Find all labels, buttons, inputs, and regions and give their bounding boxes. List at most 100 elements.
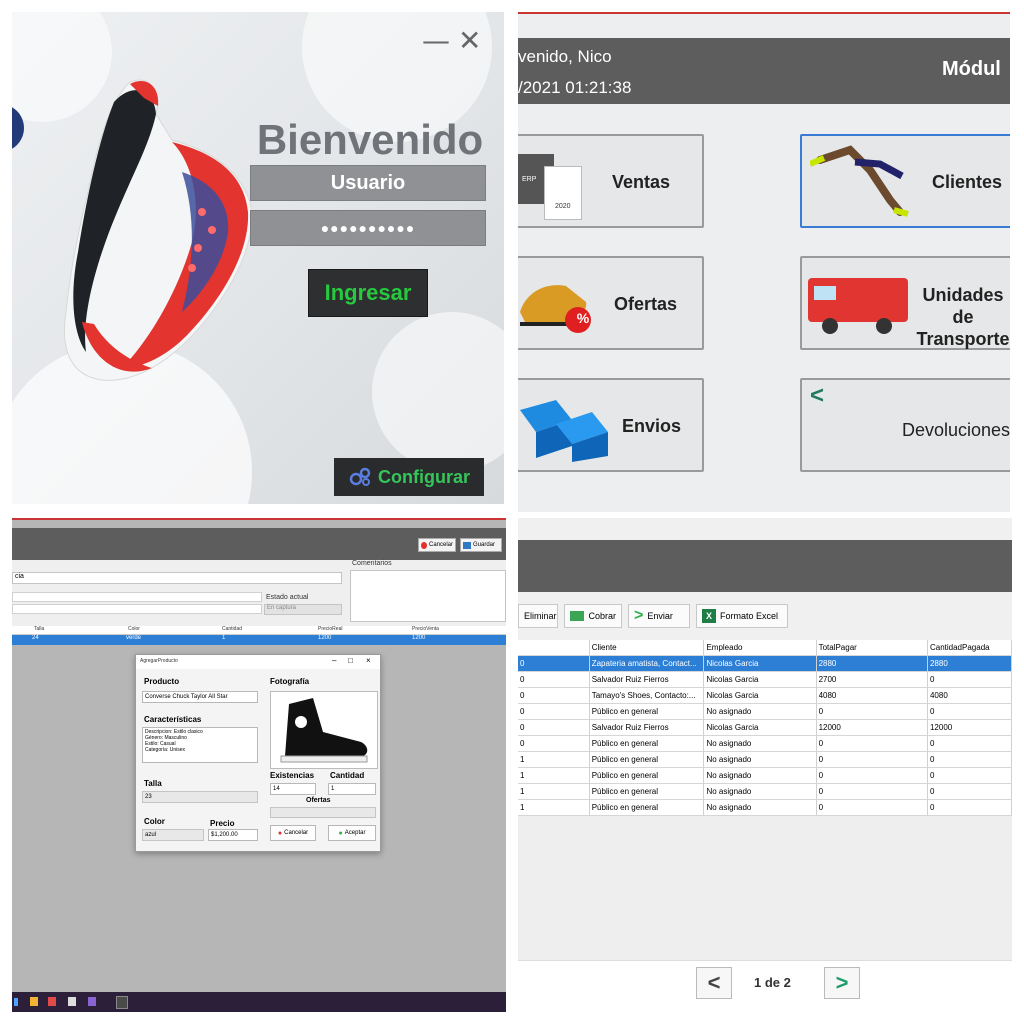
ventas-tile[interactable]: ERP 2020 Ventas bbox=[518, 134, 704, 228]
table-row[interactable]: 1 Público en general No asignado 0 0 bbox=[518, 767, 1012, 784]
table-cell: No asignado bbox=[703, 751, 817, 768]
datetime-text: /2021 01:21:38 bbox=[518, 78, 632, 97]
table-cell: Público en general bbox=[589, 735, 705, 752]
producto-label: Producto bbox=[144, 677, 180, 686]
color-label: Color bbox=[144, 817, 165, 826]
table-cell: 12000 bbox=[816, 719, 928, 736]
taskbar-app-icon[interactable] bbox=[88, 997, 96, 1006]
caracteristicas-textarea[interactable]: Descripcion: Estilo clasico Género: Masc… bbox=[142, 727, 258, 763]
table-cell: Público en general bbox=[589, 783, 705, 800]
taskbar-app-icon[interactable] bbox=[116, 996, 128, 1009]
envios-tile[interactable]: Envios bbox=[518, 378, 704, 472]
table-row[interactable]: 0 Salvador Ruiz Fierros Nicolas Garcia 2700… bbox=[518, 671, 1012, 688]
talla-select[interactable]: 23 bbox=[142, 791, 258, 803]
table-cell: 0 bbox=[816, 735, 928, 752]
dialog-title: AgregarProducto bbox=[140, 658, 178, 664]
dialog-maximize-icon[interactable]: □ bbox=[348, 656, 353, 665]
color-select[interactable]: azul bbox=[142, 829, 204, 841]
table-row[interactable]: 24 verde 1 1200 1200 bbox=[12, 635, 506, 645]
taskbar bbox=[12, 992, 506, 1012]
table-cell: 0 bbox=[518, 735, 590, 752]
table-row[interactable]: 0 Público en general No asignado 0 0 bbox=[518, 703, 1012, 720]
table-cell: Público en general bbox=[589, 703, 705, 720]
prev-page-button[interactable]: < bbox=[696, 967, 732, 999]
dialog-minimize-icon[interactable]: – bbox=[332, 656, 336, 665]
taskbar-app-icon[interactable] bbox=[14, 998, 18, 1006]
table-row[interactable]: 0 Público en general No asignado 0 0 bbox=[518, 735, 1012, 752]
table-cell: 0 bbox=[816, 783, 928, 800]
modules-window: venido, Nico /2021 01:21:38 Módul ERP 20… bbox=[518, 12, 1010, 512]
password-field[interactable]: ●●●●●●●●●● bbox=[250, 210, 486, 246]
table-cell: No asignado bbox=[703, 735, 817, 752]
envios-label: Envios bbox=[622, 416, 682, 436]
ofertas-tile[interactable]: % Ofertas bbox=[518, 256, 704, 350]
table-cell: 0 bbox=[927, 703, 1012, 720]
table-cell: 0 bbox=[816, 751, 928, 768]
table-cell: Zapateria amatista, Contact... bbox=[589, 655, 705, 672]
username-field[interactable]: Usuario bbox=[250, 165, 486, 201]
table-row[interactable]: 0 Salvador Ruiz Fierros Nicolas Garcia 1200… bbox=[518, 719, 1012, 736]
table-row[interactable]: 0 Tamayo's Shoes, Contacto:... Nicolas Gar… bbox=[518, 687, 1012, 704]
close-button[interactable]: ✕ bbox=[458, 24, 481, 57]
clientes-tile[interactable]: Clientes bbox=[800, 134, 1010, 228]
table-row[interactable]: 0 Zapateria amatista, Contact... Nicolas G… bbox=[518, 655, 1012, 672]
minimize-button[interactable]: — bbox=[422, 24, 450, 57]
dialog-accept-button[interactable]: ● Aceptar bbox=[328, 825, 376, 841]
client-select-value: cia bbox=[15, 573, 24, 580]
table-cell: Público en general bbox=[589, 751, 705, 768]
col-header: Empleado bbox=[703, 640, 817, 656]
sales-list-window: Eliminar Cobrar > Enviar X Formato Excel… bbox=[518, 518, 1012, 1012]
dialog-cancel-label: Cancelar bbox=[284, 830, 309, 836]
precio-field[interactable]: $1,200.00 bbox=[208, 829, 258, 841]
delete-button[interactable]: Eliminar bbox=[518, 604, 558, 628]
col-cantidad: Cantidad bbox=[222, 626, 243, 632]
configure-button[interactable]: Configurar bbox=[334, 458, 484, 496]
col-header: TotalPagar bbox=[816, 640, 928, 656]
taskbar-app-icon[interactable] bbox=[68, 997, 76, 1006]
ofertas-select[interactable] bbox=[270, 807, 376, 818]
table-cell: 0 bbox=[816, 799, 928, 816]
products-grid-header: Talla Color Cantidad PrecioReal PrecioVe… bbox=[12, 626, 506, 635]
cell-precioventa: 1200 bbox=[412, 635, 426, 641]
gears-icon bbox=[349, 467, 371, 486]
col-talla: Talla bbox=[34, 626, 45, 632]
table-cell: 2880 bbox=[816, 655, 928, 672]
charge-label: Cobrar bbox=[588, 611, 616, 621]
charge-button[interactable]: Cobrar bbox=[564, 604, 622, 628]
dialog-cancel-button[interactable]: ● Cancelar bbox=[270, 825, 316, 841]
dialog-accept-label: Aceptar bbox=[344, 830, 366, 836]
taskbar-app-icon[interactable] bbox=[30, 997, 38, 1006]
table-row[interactable]: 1 Público en general No asignado 0 0 bbox=[518, 783, 1012, 800]
client-select[interactable]: cia bbox=[12, 572, 342, 584]
col-color: Color bbox=[128, 626, 140, 632]
cantidad-stepper[interactable]: 1 bbox=[328, 783, 376, 795]
packages-icon bbox=[520, 400, 608, 462]
unidades-tile[interactable]: Unidades de Transporte bbox=[800, 256, 1010, 350]
save-button[interactable]: Guardar bbox=[460, 538, 502, 552]
taskbar-app-icon[interactable] bbox=[48, 997, 56, 1006]
login-button[interactable]: Ingresar bbox=[308, 269, 428, 317]
clientes-label: Clientes bbox=[932, 172, 1003, 192]
login-window: — ✕ Bienvenido Usuario ●●●●●●●●●● Ingres… bbox=[12, 12, 504, 504]
table-cell: 0 bbox=[927, 767, 1012, 784]
send-button[interactable]: > Enviar bbox=[628, 604, 690, 628]
caracteristica-line: Categoría: Unisex bbox=[145, 747, 186, 753]
comments-textarea[interactable] bbox=[350, 570, 506, 622]
table-row[interactable]: 1 Público en general No asignado 0 0 bbox=[518, 799, 1012, 816]
next-page-button[interactable]: > bbox=[824, 967, 860, 999]
col-precioventa: PrecioVenta bbox=[412, 626, 439, 632]
table-cell: 0 bbox=[518, 719, 590, 736]
producto-select[interactable]: Converse Chuck Taylor All Star bbox=[142, 691, 258, 703]
cancel-button[interactable]: Cancelar bbox=[418, 538, 456, 552]
notes-field[interactable] bbox=[12, 604, 262, 614]
excel-button[interactable]: X Formato Excel bbox=[696, 604, 788, 628]
table-cell: 2700 bbox=[816, 671, 928, 688]
table-row[interactable]: 1 Público en general No asignado 0 0 bbox=[518, 751, 1012, 768]
sales-table-area: Cliente Empleado TotalPagar CantidadPaga… bbox=[518, 640, 1012, 960]
table-cell: 1 bbox=[518, 767, 590, 784]
cell-cantidad: 1 bbox=[222, 635, 226, 641]
dialog-titlebar: AgregarProducto – □ × bbox=[136, 655, 380, 669]
address-field[interactable] bbox=[12, 592, 262, 602]
dialog-close-icon[interactable]: × bbox=[366, 656, 371, 665]
devoluciones-tile[interactable]: < Devoluciones bbox=[800, 378, 1010, 472]
